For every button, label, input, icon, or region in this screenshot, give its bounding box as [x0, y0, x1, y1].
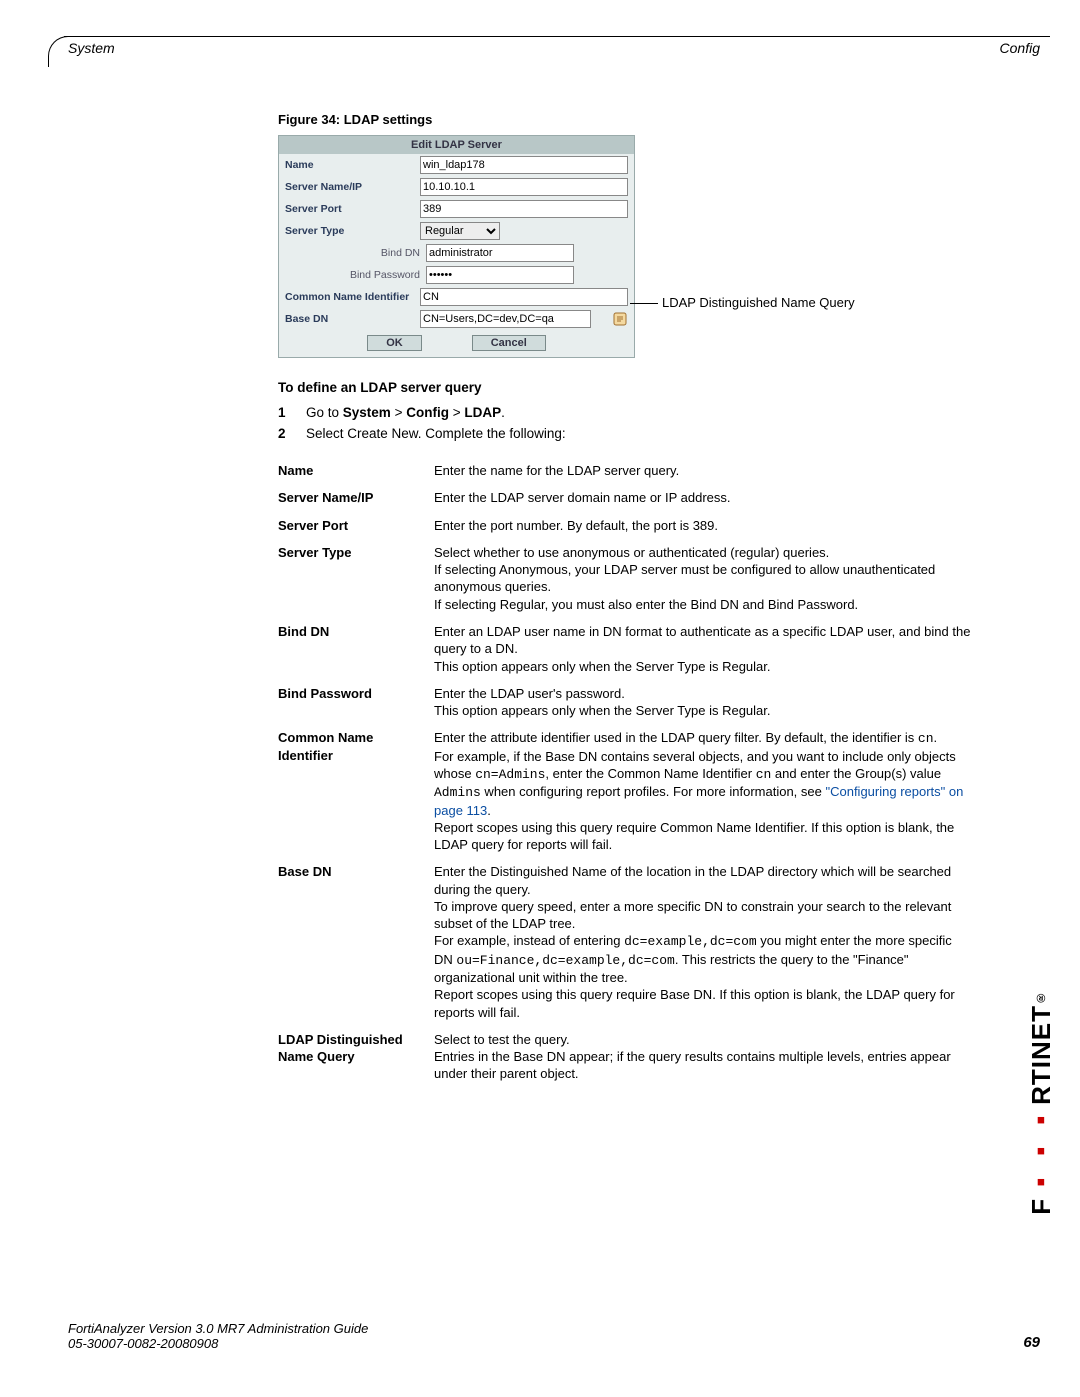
def-value: Enter the name for the LDAP server query… — [434, 457, 978, 484]
label-port: Server Port — [285, 203, 420, 215]
figure-caption: Figure 34: LDAP settings — [278, 112, 998, 127]
input-port[interactable] — [420, 200, 628, 218]
label-binddn: Bind DN — [285, 247, 426, 259]
def-value: Enter the attribute identifier used in t… — [434, 724, 978, 858]
label-cni: Common Name Identifier — [285, 291, 420, 303]
label-name: Name — [285, 159, 420, 171]
select-type[interactable]: Regular — [420, 222, 500, 240]
header-right: Config — [994, 40, 1040, 56]
brand-logo: F▪▪▪RTINET® — [1025, 990, 1058, 1215]
input-cni[interactable] — [420, 288, 628, 306]
footer-line2: 05-30007-0082-20080908 — [68, 1336, 368, 1351]
steps-list: 1 Go to System > Config > LDAP. 2 Select… — [278, 405, 998, 441]
def-value: Select whether to use anonymous or authe… — [434, 539, 978, 618]
def-value: Enter an LDAP user name in DN format to … — [434, 618, 978, 680]
def-value: Enter the LDAP user's password.This opti… — [434, 680, 978, 725]
step-text: Select Create New. Complete the followin… — [306, 426, 566, 441]
label-basedn: Base DN — [285, 313, 420, 325]
cancel-button[interactable]: Cancel — [472, 335, 546, 351]
header-rule — [64, 36, 1050, 37]
input-basedn[interactable] — [420, 310, 591, 328]
ldap-panel: Edit LDAP Server Name Server Name/IP Ser… — [278, 135, 635, 358]
footer: FortiAnalyzer Version 3.0 MR7 Administra… — [68, 1321, 1040, 1351]
label-bindpw: Bind Password — [285, 269, 426, 281]
def-key: Server Name/IP — [278, 484, 434, 511]
step-number: 2 — [278, 426, 306, 441]
input-name[interactable] — [420, 156, 628, 174]
label-type: Server Type — [285, 225, 420, 237]
step-text: Go to System > Config > LDAP. — [306, 405, 505, 420]
subheading: To define an LDAP server query — [278, 380, 998, 395]
input-binddn[interactable] — [426, 244, 574, 262]
input-server[interactable] — [420, 178, 628, 196]
def-key: Server Type — [278, 539, 434, 618]
ldap-panel-title: Edit LDAP Server — [279, 136, 634, 154]
annotation-text: LDAP Distinguished Name Query — [662, 295, 862, 311]
page-number: 69 — [1023, 1334, 1040, 1351]
definitions-table: NameEnter the name for the LDAP server q… — [278, 457, 978, 1088]
footer-line1: FortiAnalyzer Version 3.0 MR7 Administra… — [68, 1321, 368, 1336]
dn-query-icon[interactable] — [612, 311, 628, 327]
step-number: 1 — [278, 405, 306, 420]
def-key: Bind DN — [278, 618, 434, 680]
annotation-leader — [630, 303, 658, 304]
def-key: Bind Password — [278, 680, 434, 725]
def-value: Enter the Distinguished Name of the loca… — [434, 858, 978, 1026]
def-key: Base DN — [278, 858, 434, 1026]
def-value: Select to test the query.Entries in the … — [434, 1026, 978, 1088]
def-value: Enter the LDAP server domain name or IP … — [434, 484, 978, 511]
def-key: LDAP Distinguished Name Query — [278, 1026, 434, 1088]
label-server: Server Name/IP — [285, 181, 420, 193]
def-key: Common Name Identifier — [278, 724, 434, 858]
input-bindpw[interactable] — [426, 266, 574, 284]
ok-button[interactable]: OK — [367, 335, 422, 351]
def-key: Name — [278, 457, 434, 484]
def-key: Server Port — [278, 512, 434, 539]
header-left: System — [68, 40, 121, 56]
def-value: Enter the port number. By default, the p… — [434, 512, 978, 539]
